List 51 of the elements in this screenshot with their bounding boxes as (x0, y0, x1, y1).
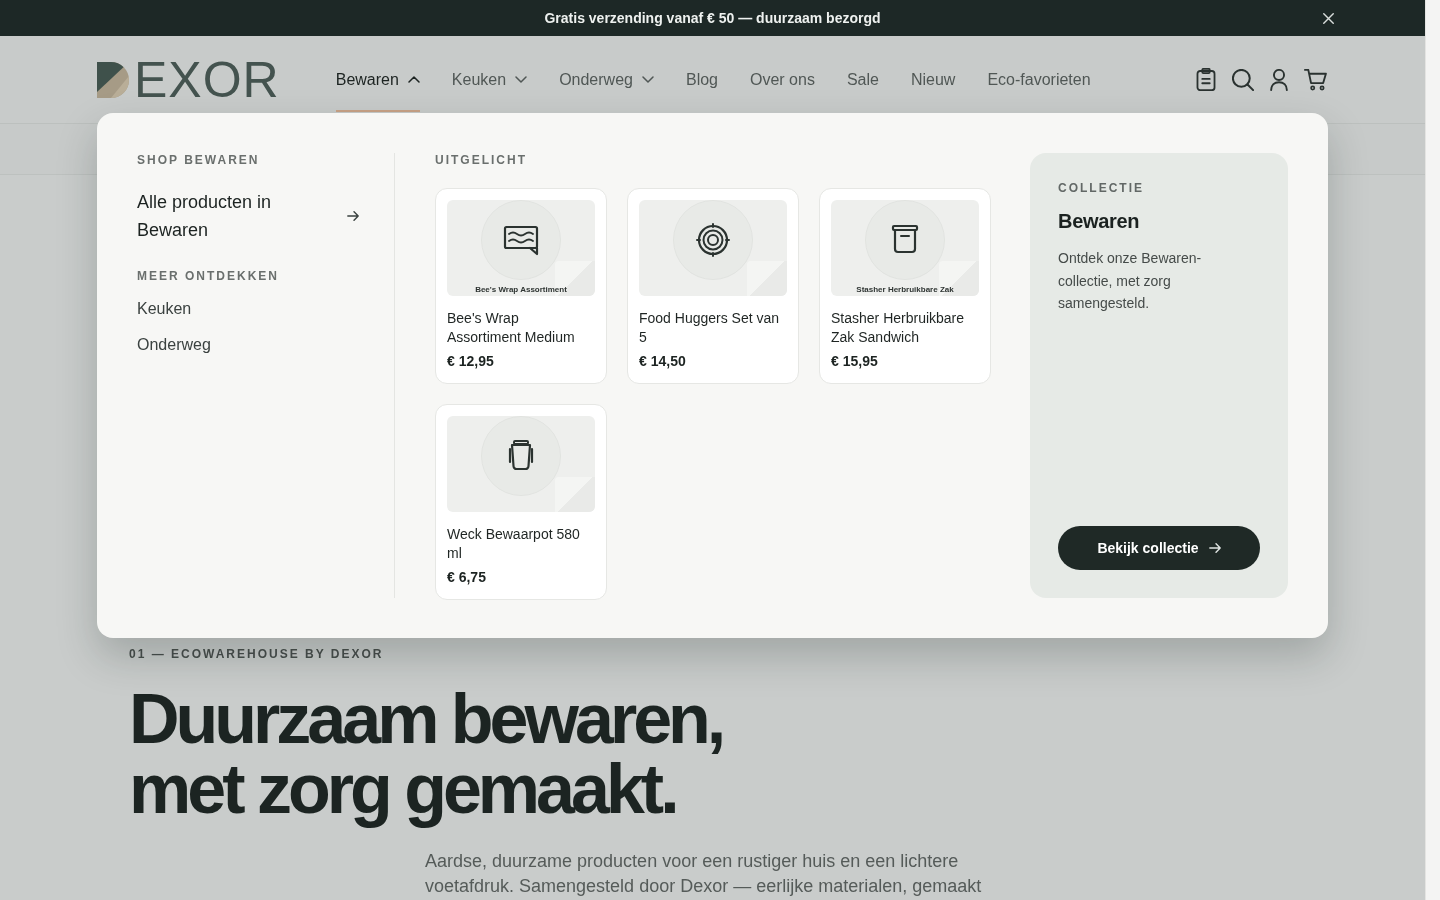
folded-corner-shape (939, 261, 979, 296)
image-caption: Stasher Herbruikbare Zak (856, 285, 954, 295)
menu-section-heading: MEER ONTDEKKEN (137, 269, 279, 283)
hero-intro: Aardse, duurzame producten voor een rustiger huis en een lichtere voetafdruk. Samengesteld door Dexor — eerlijke materialen, gemaakt (425, 850, 983, 898)
folded-corner-shape (555, 477, 595, 512)
product-card[interactable]: Stasher Herbruikbare Zak Stasher Herbruikbare Zak Sandwich € 15,95 (819, 188, 991, 384)
user-icon[interactable] (1270, 68, 1288, 91)
all-products-link[interactable]: Alle producten in Bewaren (137, 188, 359, 244)
image-caption: Bee's Wrap Assortiment (475, 285, 567, 295)
jar-icon (481, 416, 561, 496)
product-name: Bee's Wrap Assortiment Medium (447, 309, 576, 347)
product-card[interactable]: Weck Bewaarpot 580 ml € 6,75 (435, 404, 607, 600)
collection-eyebrow: COLLECTIE (1058, 181, 1144, 195)
product-name: Weck Bewaarpot 580 ml (447, 525, 581, 563)
nav-link[interactable]: Over ons (750, 47, 815, 112)
nav-link[interactable]: Blog (685, 47, 718, 112)
category-link[interactable]: Keuken (137, 297, 192, 321)
folded-corner-shape (747, 261, 787, 296)
concentric-circles-icon (673, 200, 753, 280)
wave-bubble-icon (481, 200, 561, 280)
lidded-container-icon (865, 200, 945, 280)
logo-mark-icon (97, 61, 129, 98)
search-icon[interactable] (1232, 68, 1254, 91)
arrow-right-icon (347, 211, 359, 221)
collection-description: Ontdek onze Bewaren-collectie, met zorg samengesteld. (1058, 249, 1203, 313)
nav-link[interactable]: Bewaren (335, 47, 420, 112)
section-eyebrow: 01 — ECOWAREHOUSE BY DEXOR (129, 647, 385, 661)
nav-link[interactable]: Onderweg (559, 47, 654, 112)
product-name: Food Huggers Set van 5 (639, 309, 781, 347)
product-price: € 14,50 (639, 352, 687, 370)
nav-link[interactable]: Sale (846, 47, 879, 112)
category-link[interactable]: Onderweg (137, 333, 211, 357)
product-price: € 15,95 (831, 352, 879, 370)
product-card[interactable]: Food Huggers Set van 5 € 14,50 (627, 188, 799, 384)
nav-link[interactable]: Nieuw (910, 47, 956, 112)
nav-link[interactable]: Keuken (451, 47, 528, 112)
clipboard-icon[interactable] (1196, 68, 1216, 91)
menu-section-heading: SHOP BEWAREN (137, 153, 260, 167)
product-price: € 6,75 (447, 568, 487, 586)
menu-section-heading: UITGELICHT (435, 153, 528, 167)
logo[interactable]: EXOR (97, 59, 280, 100)
nav-link[interactable]: Eco-favorieten (987, 47, 1091, 112)
product-price: € 12,95 (447, 352, 495, 370)
collection-title: Bewaren (1058, 209, 1140, 233)
product-card[interactable]: Bee's Wrap Assortiment Bee's Wrap Assortiment Medium € 12,95 (435, 188, 607, 384)
close-icon[interactable] (1323, 12, 1334, 24)
cart-icon[interactable] (1304, 68, 1328, 91)
product-name: Stasher Herbruikbare Zak Sandwich (831, 309, 966, 347)
announcement-text: Gratis verzending vanaf € 50 — duurzaam bezorgd (544, 9, 881, 27)
arrow-right-icon (1208, 543, 1221, 553)
view-collection-button[interactable]: Bekijk collectie (1058, 526, 1260, 570)
